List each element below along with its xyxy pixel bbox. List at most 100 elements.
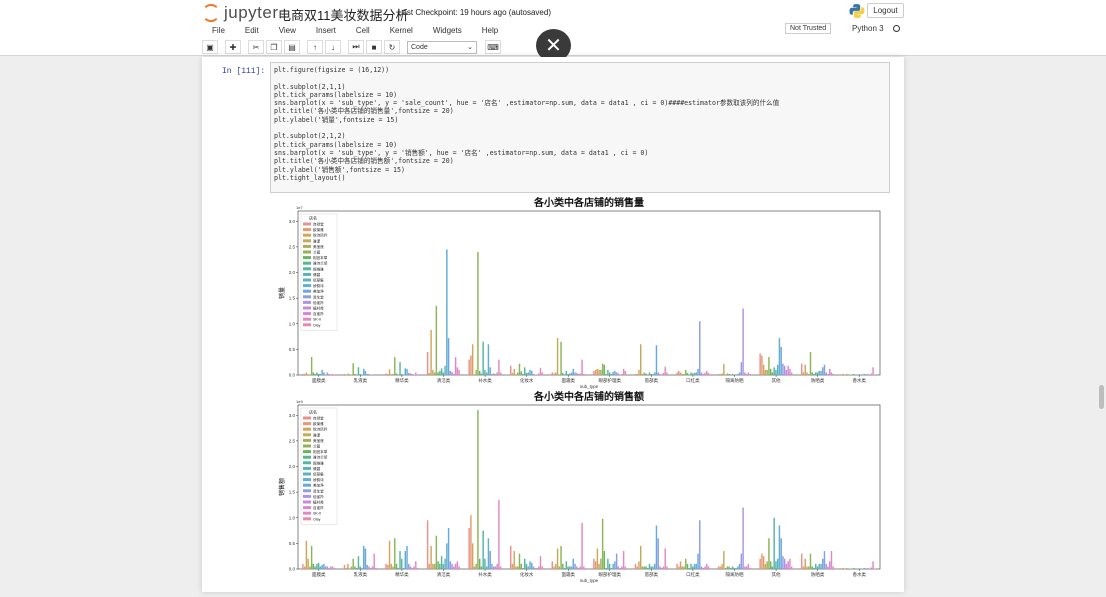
code-line: plt.subplot(2,1,1) bbox=[274, 82, 346, 91]
bar bbox=[499, 372, 502, 375]
bar bbox=[435, 535, 438, 569]
command-palette-button[interactable]: ⌨ bbox=[485, 40, 501, 54]
y-axis-label: 销量 bbox=[278, 287, 286, 299]
bar bbox=[653, 372, 656, 375]
bar bbox=[333, 567, 336, 569]
bar bbox=[652, 373, 654, 375]
bar bbox=[605, 373, 607, 375]
copy-button[interactable]: ❐ bbox=[266, 40, 282, 54]
y-tick-label: 0.0 bbox=[289, 567, 296, 572]
bar bbox=[536, 567, 538, 569]
move-up-button[interactable]: ↑ bbox=[307, 40, 323, 54]
bar bbox=[369, 374, 372, 375]
y-tick-label: 0.5 bbox=[289, 347, 296, 352]
legend-label: 娇韵诗 bbox=[313, 283, 324, 288]
bar bbox=[723, 363, 725, 375]
bar bbox=[357, 556, 360, 569]
bar bbox=[395, 373, 398, 375]
menu-widgets[interactable]: Widgets bbox=[433, 26, 462, 35]
bar bbox=[413, 566, 415, 569]
stop-icon: ■ bbox=[371, 42, 377, 52]
bar bbox=[681, 373, 684, 375]
menu-insert[interactable]: Insert bbox=[316, 26, 336, 35]
y-tick-label: 1.0 bbox=[289, 321, 296, 326]
bar bbox=[868, 374, 871, 375]
legend-label: 倩碧 bbox=[313, 466, 321, 471]
menu-edit[interactable]: Edit bbox=[245, 26, 259, 35]
bar bbox=[489, 551, 491, 569]
bar bbox=[854, 568, 857, 569]
chart-panel-2: 各小类中各店铺的销售额 1e9 0.0 0.5 1.0 1.5 2.0 2.5 3.0 销售额面膜… bbox=[278, 390, 881, 583]
bar bbox=[749, 567, 751, 569]
bar bbox=[662, 566, 665, 569]
legend-swatch bbox=[303, 500, 311, 504]
code-editor[interactable]: plt.figure(figsize = (16,12)) plt.subplo… bbox=[274, 66, 779, 182]
bar bbox=[307, 558, 309, 569]
legend-label: 百雀羚 bbox=[313, 311, 324, 316]
page-scrollbar[interactable] bbox=[1099, 385, 1104, 409]
menu-view[interactable]: View bbox=[279, 26, 296, 35]
legend-label: 佰草集 bbox=[313, 278, 324, 283]
bar bbox=[598, 563, 600, 569]
bar bbox=[485, 566, 488, 569]
bar bbox=[666, 372, 668, 375]
bar bbox=[475, 369, 477, 375]
paste-icon: ▤ bbox=[288, 42, 296, 52]
bar bbox=[397, 567, 400, 569]
bar bbox=[822, 367, 824, 375]
menu-cell[interactable]: Cell bbox=[356, 26, 370, 35]
menu-file[interactable]: File bbox=[212, 26, 225, 35]
bar bbox=[371, 566, 374, 569]
arrow-down-icon: ↓ bbox=[331, 42, 335, 52]
cut-button[interactable]: ✂ bbox=[248, 40, 264, 54]
bar bbox=[870, 373, 873, 375]
bar bbox=[615, 372, 618, 375]
bar bbox=[809, 351, 812, 375]
bar bbox=[478, 558, 481, 569]
legend-swatch bbox=[303, 256, 311, 260]
x-tick-label: 面膜类 bbox=[312, 571, 326, 578]
bar bbox=[323, 372, 325, 375]
interrupt-button[interactable]: ■ bbox=[366, 40, 382, 54]
logout-button[interactable]: Logout bbox=[867, 3, 904, 18]
move-down-button[interactable]: ↓ bbox=[325, 40, 341, 54]
legend-label: SK-II bbox=[313, 512, 321, 516]
bar bbox=[524, 367, 526, 375]
bar bbox=[789, 368, 791, 375]
trusted-indicator[interactable]: Not Trusted bbox=[785, 23, 832, 34]
bar bbox=[478, 370, 481, 375]
menu-help[interactable]: Help bbox=[482, 26, 498, 35]
legend-label: 欧莱雅 bbox=[313, 421, 324, 426]
bar bbox=[572, 368, 575, 375]
bar bbox=[408, 563, 410, 569]
run-button[interactable]: ⏭ bbox=[348, 40, 364, 54]
bar bbox=[347, 563, 349, 569]
legend-label: Olay bbox=[313, 517, 321, 521]
bar bbox=[686, 372, 689, 375]
x-tick-label: 防晒类 bbox=[811, 377, 825, 384]
bar bbox=[733, 567, 736, 569]
step-forward-icon: ⏭ bbox=[352, 42, 360, 51]
bar bbox=[471, 543, 474, 569]
bar bbox=[440, 368, 443, 375]
code-line: plt.ylabel('销量',fontsize = 15) bbox=[274, 115, 399, 124]
code-cell-input[interactable]: plt.figure(figsize = (16,12)) plt.subplo… bbox=[270, 62, 890, 193]
bar bbox=[747, 563, 750, 569]
restart-button[interactable]: ↻ bbox=[384, 40, 400, 54]
bar bbox=[517, 566, 519, 569]
bar bbox=[310, 357, 313, 375]
jupyter-logo[interactable]: jupyter bbox=[202, 3, 279, 23]
bar bbox=[603, 364, 606, 375]
insert-cell-button[interactable]: ✚ bbox=[225, 40, 241, 54]
menu-kernel[interactable]: Kernel bbox=[390, 26, 413, 35]
bar bbox=[387, 373, 389, 375]
bar bbox=[648, 563, 651, 569]
paste-button[interactable]: ▤ bbox=[284, 40, 300, 54]
bar bbox=[511, 563, 514, 569]
legend-label: 娇韵诗 bbox=[313, 477, 324, 482]
bar bbox=[816, 372, 819, 375]
bar bbox=[347, 373, 349, 375]
save-button[interactable]: ▣ bbox=[202, 40, 218, 54]
legend-swatch bbox=[303, 222, 311, 226]
cell-type-select[interactable]: Code ⌄ bbox=[407, 40, 477, 54]
